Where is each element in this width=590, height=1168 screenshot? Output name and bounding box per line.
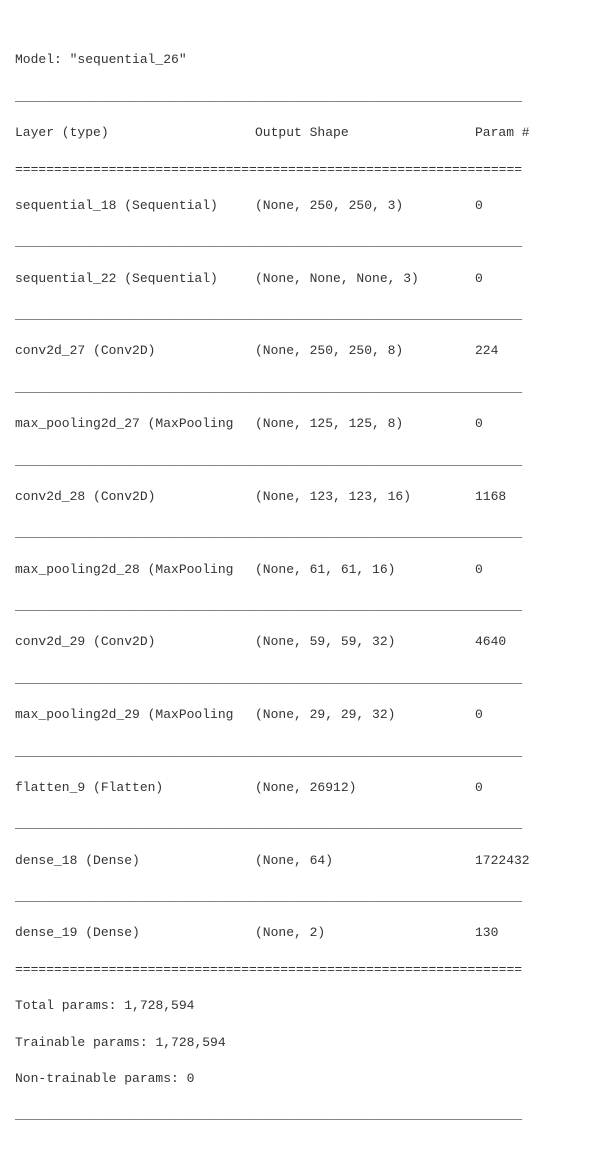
layer-param: 0 — [475, 561, 575, 579]
rule: ________________________________________… — [15, 743, 575, 761]
layer-row: sequential_18 (Sequential)(None, 250, 25… — [15, 197, 575, 215]
rule: ________________________________________… — [15, 452, 575, 470]
rule: ________________________________________… — [15, 524, 575, 542]
layer-name: conv2d_29 (Conv2D) — [15, 633, 255, 651]
layer-shape: (None, None, None, 3) — [255, 270, 475, 288]
layer-row: dense_19 (Dense)(None, 2)130 — [15, 924, 575, 942]
layer-row: max_pooling2d_29 (MaxPooling(None, 29, 2… — [15, 706, 575, 724]
layer-name: max_pooling2d_28 (MaxPooling — [15, 561, 255, 579]
layer-shape: (None, 125, 125, 8) — [255, 415, 475, 433]
layer-shape: (None, 61, 61, 16) — [255, 561, 475, 579]
layer-shape: (None, 250, 250, 8) — [255, 342, 475, 360]
model-summary: Model: "sequential_26" _________________… — [15, 33, 575, 1142]
trainable-label: Trainable params: — [15, 1035, 148, 1050]
rule: ________________________________________… — [15, 670, 575, 688]
layer-row: max_pooling2d_27 (MaxPooling(None, 125, … — [15, 415, 575, 433]
layer-shape: (None, 2) — [255, 924, 475, 942]
layer-name: max_pooling2d_29 (MaxPooling — [15, 706, 255, 724]
layer-row: dense_18 (Dense)(None, 64)1722432 — [15, 852, 575, 870]
layer-shape: (None, 64) — [255, 852, 475, 870]
layer-name: dense_18 (Dense) — [15, 852, 255, 870]
layer-name: max_pooling2d_27 (MaxPooling — [15, 415, 255, 433]
layer-param: 0 — [475, 415, 575, 433]
layer-param: 0 — [475, 270, 575, 288]
layer-shape: (None, 123, 123, 16) — [255, 488, 475, 506]
layer-shape: (None, 59, 59, 32) — [255, 633, 475, 651]
layer-row: sequential_22 (Sequential)(None, None, N… — [15, 270, 575, 288]
layer-row: max_pooling2d_28 (MaxPooling(None, 61, 6… — [15, 561, 575, 579]
rule: ________________________________________… — [15, 815, 575, 833]
layer-name: sequential_22 (Sequential) — [15, 270, 255, 288]
rule-top: ________________________________________… — [15, 88, 575, 106]
model-name: sequential_26 — [77, 52, 178, 67]
layer-name: dense_19 (Dense) — [15, 924, 255, 942]
layer-name: sequential_18 (Sequential) — [15, 197, 255, 215]
layer-param: 1168 — [475, 488, 575, 506]
layer-row: conv2d_28 (Conv2D)(None, 123, 123, 16)11… — [15, 488, 575, 506]
layer-param: 0 — [475, 197, 575, 215]
non-trainable-value: 0 — [187, 1071, 195, 1086]
rule-bottom: ========================================… — [15, 961, 575, 979]
layer-row: conv2d_27 (Conv2D)(None, 250, 250, 8)224 — [15, 342, 575, 360]
layer-param: 0 — [475, 706, 575, 724]
layer-name: conv2d_27 (Conv2D) — [15, 342, 255, 360]
total-params: Total params: 1,728,594 — [15, 997, 575, 1015]
layer-param: 224 — [475, 342, 575, 360]
rule: ________________________________________… — [15, 379, 575, 397]
rule-header: ========================================… — [15, 161, 575, 179]
header-shape: Output Shape — [255, 124, 475, 142]
layer-shape: (None, 250, 250, 3) — [255, 197, 475, 215]
layer-shape: (None, 26912) — [255, 779, 475, 797]
layer-param: 4640 — [475, 633, 575, 651]
non-trainable-label: Non-trainable params: — [15, 1071, 179, 1086]
non-trainable-params: Non-trainable params: 0 — [15, 1070, 575, 1088]
layer-param: 1722432 — [475, 852, 575, 870]
rule: ________________________________________… — [15, 306, 575, 324]
layer-name: conv2d_28 (Conv2D) — [15, 488, 255, 506]
layer-param: 0 — [475, 779, 575, 797]
header-layer: Layer (type) — [15, 124, 255, 142]
trainable-params: Trainable params: 1,728,594 — [15, 1034, 575, 1052]
layer-param: 130 — [475, 924, 575, 942]
layer-shape: (None, 29, 29, 32) — [255, 706, 475, 724]
trainable-value: 1,728,594 — [155, 1035, 225, 1050]
layer-name: flatten_9 (Flatten) — [15, 779, 255, 797]
layer-row: conv2d_29 (Conv2D)(None, 59, 59, 32)4640 — [15, 633, 575, 651]
layer-row: flatten_9 (Flatten)(None, 26912)0 — [15, 779, 575, 797]
model-title: Model: "sequential_26" — [15, 51, 575, 69]
header-row: Layer (type)Output ShapeParam # — [15, 124, 575, 142]
header-param: Param # — [475, 124, 575, 142]
rule-end: ________________________________________… — [15, 1106, 575, 1124]
rule: ________________________________________… — [15, 233, 575, 251]
total-label: Total params: — [15, 998, 116, 1013]
rule: ________________________________________… — [15, 888, 575, 906]
rule: ________________________________________… — [15, 597, 575, 615]
total-value: 1,728,594 — [124, 998, 194, 1013]
